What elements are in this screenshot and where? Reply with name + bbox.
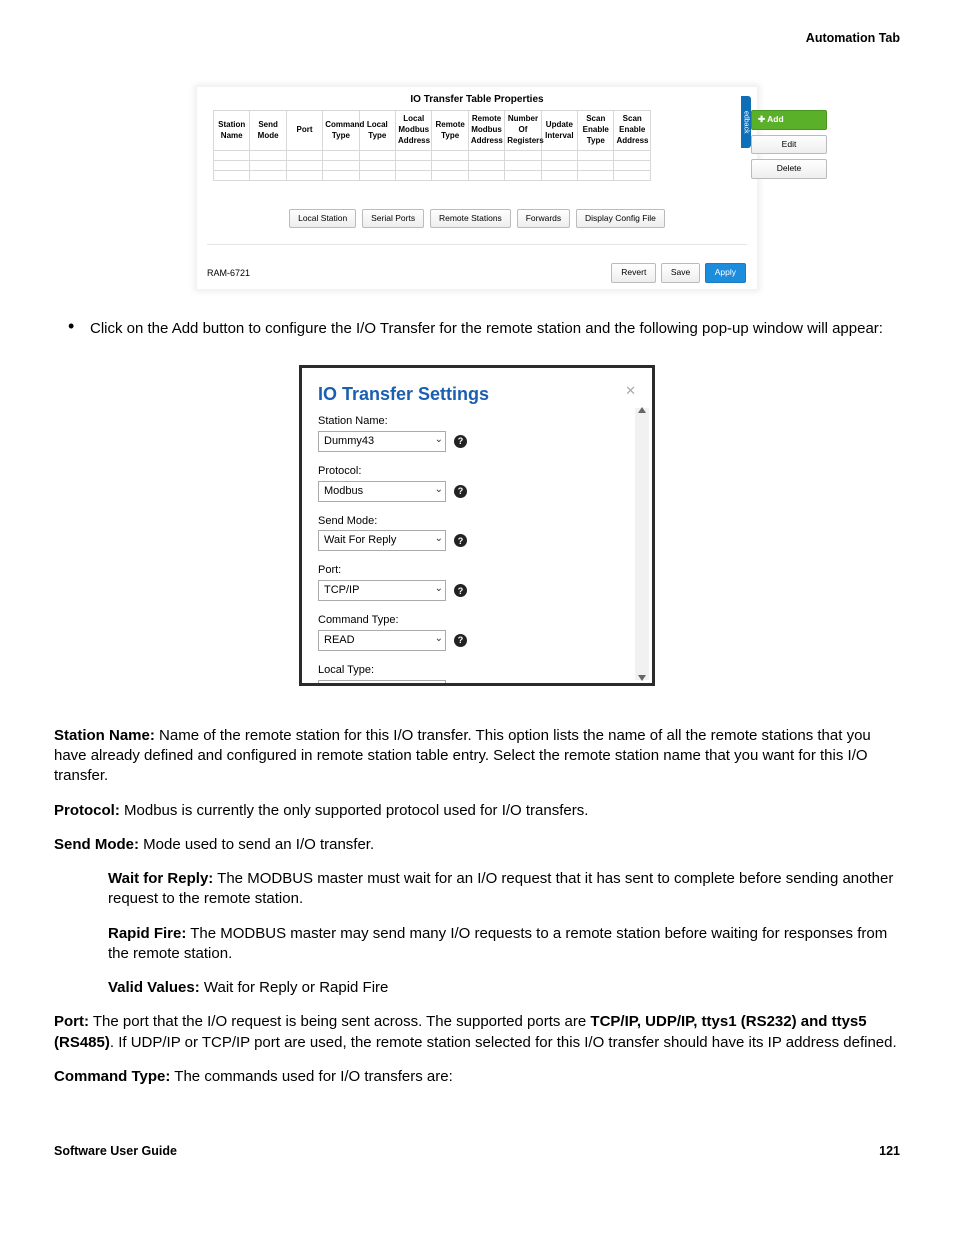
instruction-text: Click on the Add button to configure the…: [90, 320, 883, 337]
description-section: Station Name: Name of the remote station…: [54, 726, 900, 1087]
col-send-mode: Send Mode: [250, 111, 286, 150]
help-icon[interactable]: ?: [454, 485, 467, 498]
heading-send-mode: Send Mode:: [54, 836, 139, 853]
select-port[interactable]: TCP/IP: [318, 580, 446, 601]
table-row[interactable]: [214, 160, 651, 170]
footer-page-number: 121: [879, 1143, 900, 1160]
page-header-right: Automation Tab: [54, 30, 900, 47]
table-row[interactable]: [214, 150, 651, 160]
select-station-name[interactable]: Dummy43: [318, 431, 446, 452]
select-local-type[interactable]: Discrete Input: [318, 680, 446, 683]
label-protocol: Protocol:: [318, 464, 636, 479]
model-label: RAM-6721: [207, 267, 250, 279]
save-button[interactable]: Save: [661, 263, 700, 282]
close-icon[interactable]: ✕: [625, 382, 636, 400]
revert-button[interactable]: Revert: [611, 263, 656, 282]
select-protocol[interactable]: Modbus: [318, 481, 446, 502]
help-icon[interactable]: ?: [454, 584, 467, 597]
col-command-type: Command Type: [323, 111, 359, 150]
label-command-type: Command Type:: [318, 613, 636, 628]
label-port: Port:: [318, 563, 636, 578]
label-local-type: Local Type:: [318, 663, 636, 678]
tab-local-station[interactable]: Local Station: [289, 209, 356, 228]
apply-button[interactable]: Apply: [705, 263, 746, 282]
scrollbar[interactable]: [635, 408, 649, 680]
col-remote-modbus-address: Remote Modbus Address: [468, 111, 504, 150]
col-station-name: Station Name: [214, 111, 250, 150]
add-button[interactable]: ✚ Add: [751, 110, 827, 129]
col-update-interval: Update Interval: [541, 111, 577, 150]
col-local-modbus-address: Local Modbus Address: [396, 111, 432, 150]
col-scan-enable-address: Scan Enable Address: [614, 111, 651, 150]
plus-icon: ✚: [758, 114, 767, 124]
footer-left: Software User Guide: [54, 1143, 177, 1160]
label-station-name: Station Name:: [318, 414, 636, 429]
help-icon[interactable]: ?: [454, 534, 467, 547]
heading-valid-values: Valid Values:: [108, 979, 200, 996]
io-transfer-table: Station Name Send Mode Port Command Type…: [213, 110, 651, 180]
heading-port: Port:: [54, 1013, 89, 1030]
tab-remote-stations[interactable]: Remote Stations: [430, 209, 511, 228]
heading-command-type: Command Type:: [54, 1068, 170, 1085]
heading-protocol: Protocol:: [54, 802, 120, 819]
label-send-mode: Send Mode:: [318, 514, 636, 529]
table-row[interactable]: [214, 170, 651, 180]
edit-button[interactable]: Edit: [751, 135, 827, 154]
tab-forwards[interactable]: Forwards: [517, 209, 570, 228]
col-number-of-registers: Number Of Registers: [505, 111, 541, 150]
heading-wait-for-reply: Wait for Reply:: [108, 870, 213, 887]
io-transfer-settings-modal: IO Transfer Settings ✕ Station Name: Dum…: [299, 365, 655, 686]
col-port: Port: [286, 111, 322, 150]
feedback-tab[interactable]: edback: [741, 96, 751, 148]
panel-title: IO Transfer Table Properties: [213, 93, 741, 107]
heading-station-name: Station Name:: [54, 727, 155, 744]
help-icon[interactable]: ?: [454, 435, 467, 448]
col-local-type: Local Type: [359, 111, 395, 150]
help-icon[interactable]: ?: [454, 634, 467, 647]
col-scan-enable-type: Scan Enable Type: [578, 111, 614, 150]
tab-display-config[interactable]: Display Config File: [576, 209, 665, 228]
io-transfer-table-panel: IO Transfer Table Properties edback Stat…: [197, 87, 757, 289]
bullet-icon: •: [68, 319, 74, 333]
instruction-bullet: • Click on the Add button to configure t…: [54, 319, 900, 339]
select-send-mode[interactable]: Wait For Reply: [318, 530, 446, 551]
col-remote-type: Remote Type: [432, 111, 468, 150]
page-footer: Software User Guide 121: [54, 1143, 900, 1160]
heading-rapid-fire: Rapid Fire:: [108, 925, 186, 942]
tab-serial-ports[interactable]: Serial Ports: [362, 209, 424, 228]
select-command-type[interactable]: READ: [318, 630, 446, 651]
delete-button[interactable]: Delete: [751, 159, 827, 178]
modal-title: IO Transfer Settings: [318, 382, 489, 406]
